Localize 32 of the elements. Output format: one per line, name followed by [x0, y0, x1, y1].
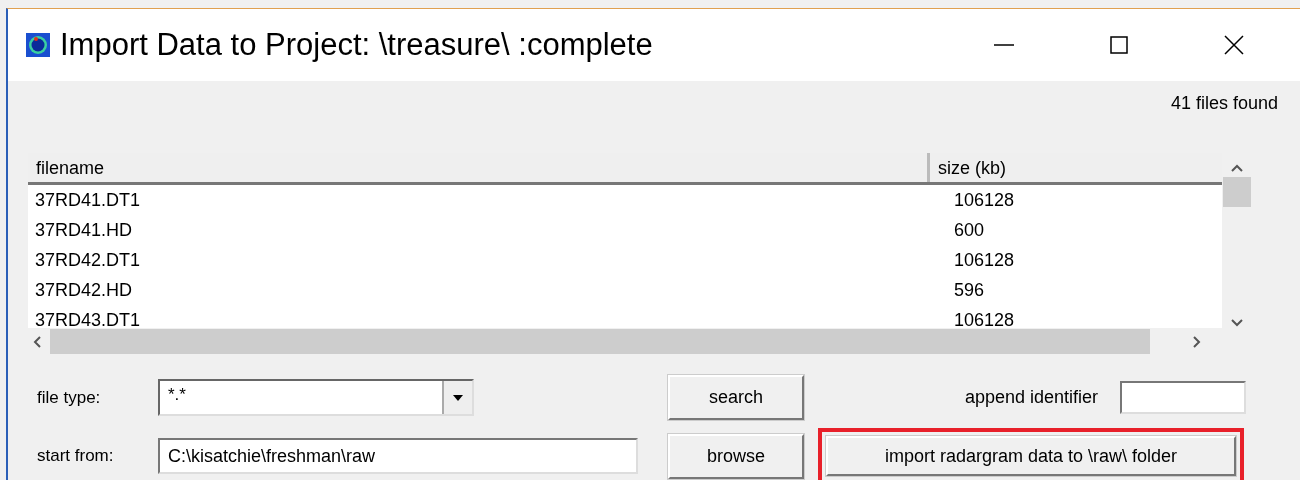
dropdown-arrow-icon[interactable] — [453, 394, 463, 401]
file-type-dropdown[interactable]: *.* — [158, 379, 474, 416]
search-button[interactable]: search — [668, 375, 804, 420]
scroll-down-icon[interactable] — [1230, 318, 1244, 328]
field-label: file type: — [36, 387, 102, 408]
maximize-icon[interactable] — [1110, 36, 1128, 54]
column-header[interactable]: size (kb) — [930, 153, 1222, 182]
import-button[interactable]: import radargram data to \raw\ folder — [826, 436, 1236, 476]
table-cell-text: 37RD41.DT1 — [34, 189, 142, 211]
field-label: append identifier — [964, 387, 1098, 408]
table-cell-text: 106128 — [953, 249, 1016, 271]
field-label: start from: — [36, 446, 115, 466]
table-cell-text: 106128 — [953, 309, 1016, 328]
close-icon[interactable] — [1224, 35, 1244, 55]
browse-button[interactable]: browse — [668, 433, 804, 479]
table-cell-text: 37RD42.DT1 — [34, 249, 142, 271]
input-field[interactable] — [1120, 381, 1246, 414]
table-cell-text: 37RD41.HD — [34, 219, 134, 241]
table-cell-text: 37RD43.DT1 — [34, 309, 142, 328]
scroll-right-icon[interactable] — [1192, 334, 1202, 349]
table-cell-text: 106128 — [953, 189, 1016, 211]
scroll-thumb[interactable] — [1223, 177, 1251, 207]
scroll-up-icon[interactable] — [1230, 163, 1244, 173]
table-cell-text: 600 — [953, 219, 986, 241]
table-cell-text: 37RD42.HD — [34, 279, 134, 301]
window-title: Import Data to Project: \treasure\ :complete — [60, 27, 653, 63]
column-header[interactable]: filename — [28, 153, 930, 182]
file-count: 41 files found — [1170, 92, 1278, 114]
scroll-left-icon[interactable] — [32, 334, 42, 349]
table-cell-text: 596 — [953, 279, 986, 301]
app-icon — [26, 33, 50, 57]
input-field[interactable]: C:\kisatchie\freshman\raw — [158, 438, 638, 474]
